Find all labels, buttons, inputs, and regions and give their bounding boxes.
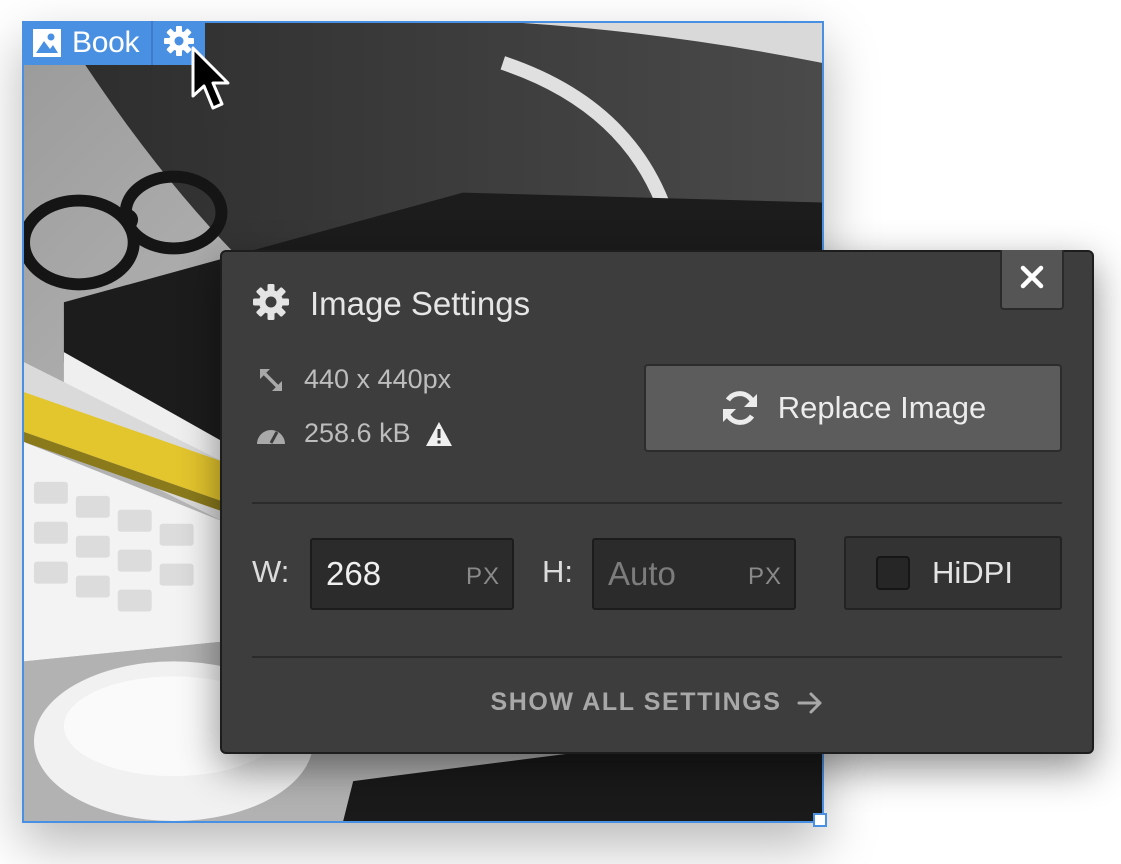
gear-icon — [252, 283, 290, 326]
element-tag-name[interactable]: Book — [22, 21, 151, 65]
show-all-settings-link[interactable]: SHOW ALL SETTINGS — [222, 688, 1092, 717]
panel-title: Image Settings — [310, 285, 531, 322]
panel-header: Image Settings — [252, 282, 530, 326]
gauge-icon — [256, 419, 286, 449]
replace-image-button[interactable]: Replace Image — [644, 364, 1062, 452]
image-icon — [32, 28, 62, 58]
hidpi-checkbox[interactable] — [876, 556, 910, 590]
width-input[interactable] — [326, 555, 446, 593]
close-icon — [1020, 265, 1044, 294]
width-field[interactable]: PX — [310, 538, 514, 610]
width-label: W: — [252, 554, 290, 589]
image-settings-panel: Image Settings 440 x 440px 258.6 kB Repl… — [220, 250, 1094, 754]
resize-arrow-icon — [256, 365, 286, 395]
file-size-text: 258.6 kB — [304, 418, 411, 448]
image-dimensions: 440 x 440px — [256, 364, 451, 395]
height-input[interactable] — [608, 555, 728, 593]
close-button[interactable] — [1000, 250, 1064, 310]
refresh-icon — [720, 388, 760, 428]
height-unit: PX — [747, 563, 782, 590]
divider — [252, 656, 1062, 658]
height-label: H: — [542, 554, 573, 589]
width-unit: PX — [465, 563, 500, 590]
resize-handle[interactable] — [813, 813, 827, 827]
divider — [252, 502, 1062, 504]
hidpi-toggle[interactable]: HiDPI — [844, 536, 1062, 610]
height-field[interactable]: PX — [592, 538, 796, 610]
hidpi-label: HiDPI — [932, 555, 1013, 590]
image-file-size: 258.6 kB — [256, 418, 453, 449]
mouse-cursor-icon — [190, 46, 234, 112]
replace-image-label: Replace Image — [777, 390, 987, 425]
show-all-settings-label: SHOW ALL SETTINGS — [490, 688, 782, 716]
element-tag[interactable]: Book — [22, 21, 206, 65]
element-tag-label: Book — [72, 26, 140, 59]
arrow-right-icon — [796, 689, 824, 717]
dimensions-text: 440 x 440px — [304, 364, 452, 394]
warning-icon[interactable] — [425, 421, 453, 447]
